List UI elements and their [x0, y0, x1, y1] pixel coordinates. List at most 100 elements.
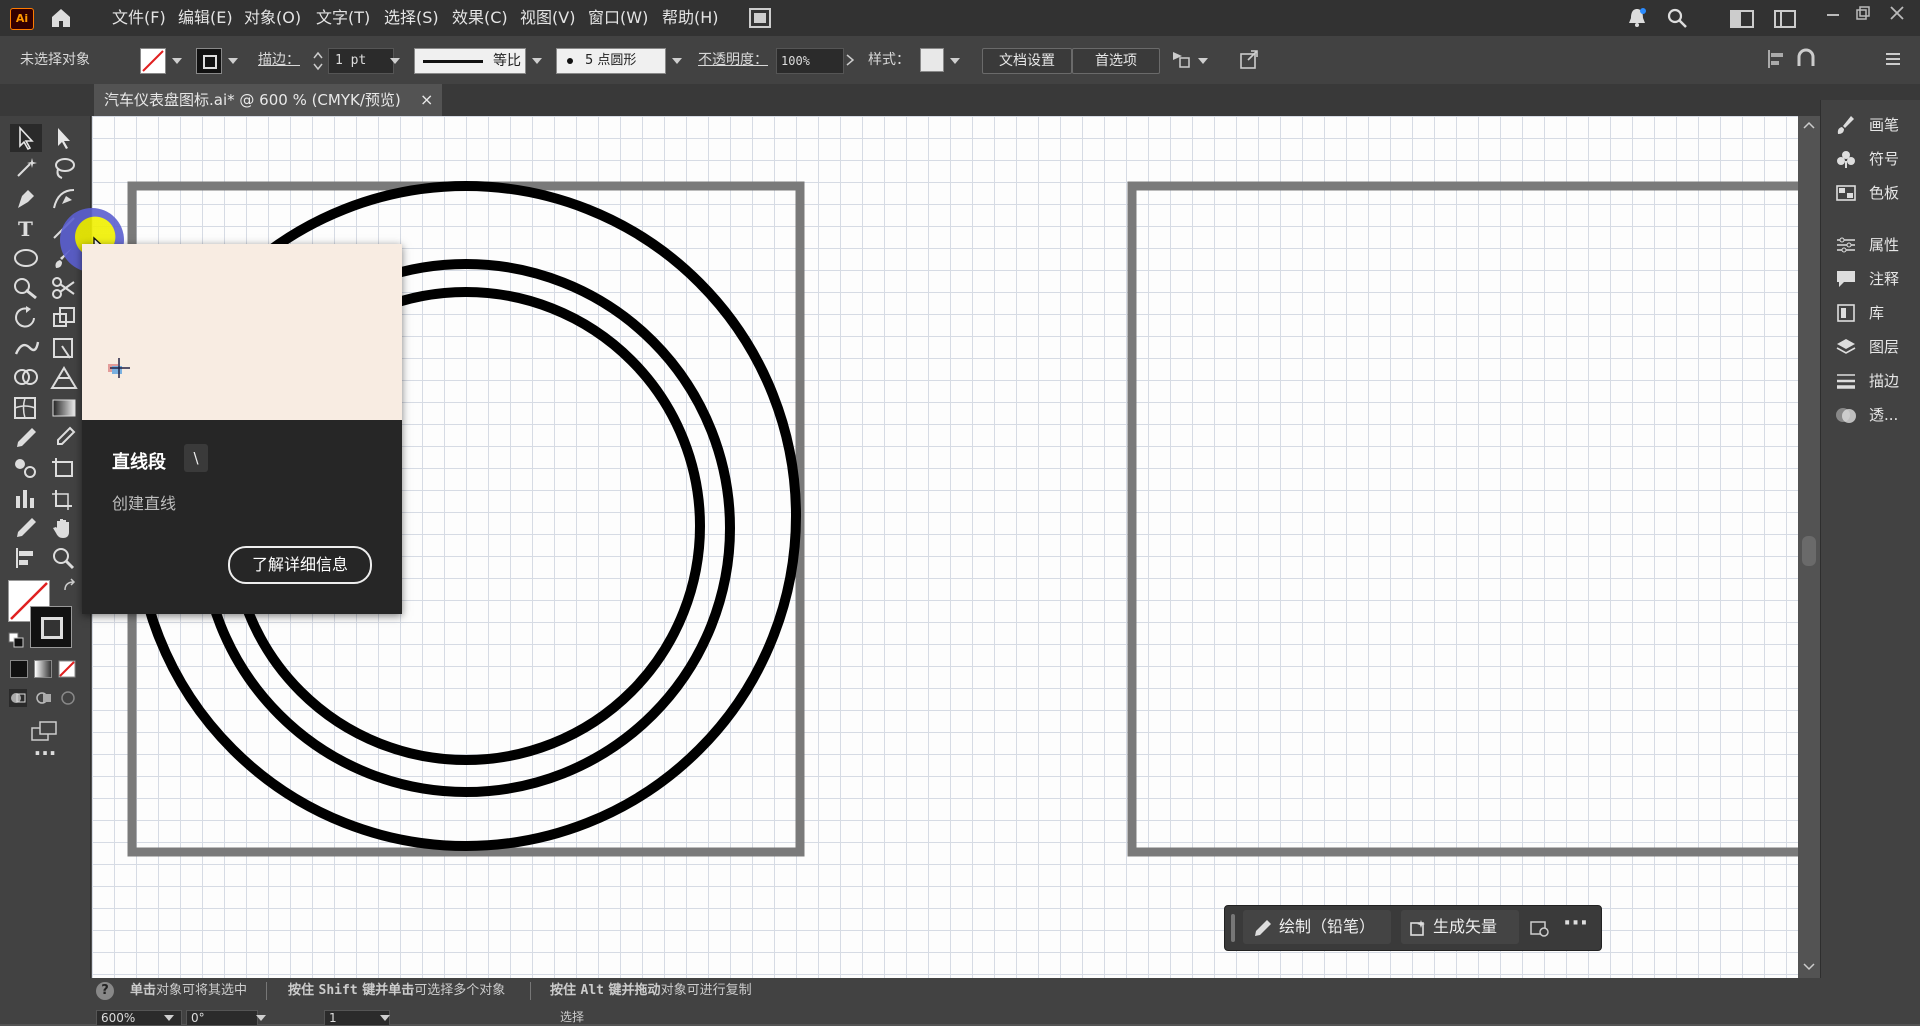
style-dropdown[interactable]	[950, 58, 960, 64]
menu-window[interactable]: 窗口(W)	[588, 0, 648, 36]
symbol-sprayer-tool-icon[interactable]	[10, 454, 42, 482]
panel-menu-icon[interactable]	[1884, 50, 1902, 68]
snap-icon[interactable]	[1796, 48, 1822, 70]
restore-icon[interactable]	[1854, 4, 1872, 22]
stroke-weight-dropdown[interactable]	[390, 58, 400, 64]
panel-layout-icon[interactable]	[1774, 10, 1796, 28]
zoom-dropdown[interactable]	[164, 1015, 174, 1021]
shaper-tool-icon[interactable]	[10, 274, 42, 302]
scroll-down-icon[interactable]	[1803, 962, 1815, 972]
gradient-mode-button[interactable]	[34, 660, 52, 678]
profile-dropdown[interactable]	[532, 58, 542, 64]
menu-object[interactable]: 对象(O)	[244, 0, 301, 36]
home-icon[interactable]	[48, 6, 74, 30]
export-icon[interactable]	[1238, 48, 1260, 70]
more-options-icon[interactable]: ···	[1563, 912, 1588, 936]
zoom-tool-icon[interactable]	[48, 544, 80, 572]
scale-tool-icon[interactable]	[48, 304, 80, 332]
panel-properties[interactable]: 属性	[1835, 228, 1920, 262]
panel-transparency[interactable]: 透...	[1835, 398, 1920, 432]
status-mode-label[interactable]: 选择	[560, 1010, 584, 1024]
slice-tool-icon[interactable]	[48, 484, 80, 512]
help-icon[interactable]: ?	[96, 982, 114, 1000]
artboard-tool-icon[interactable]	[48, 454, 80, 482]
draw-inside-icon[interactable]	[58, 688, 78, 708]
color-mode-button[interactable]	[10, 660, 28, 678]
document-setup-button[interactable]: 文档设置	[982, 48, 1072, 74]
menu-edit[interactable]: 编辑(E)	[178, 0, 233, 36]
curvature-tool-icon[interactable]	[48, 184, 80, 212]
scissors-tool-icon[interactable]	[48, 274, 80, 302]
graphic-style-swatch[interactable]	[920, 48, 944, 72]
vertical-scrollbar[interactable]	[1798, 116, 1820, 978]
menu-file[interactable]: 文件(F)	[112, 0, 166, 36]
blend-tool-icon[interactable]	[48, 424, 80, 452]
stroke-dropdown-arrow[interactable]	[228, 58, 238, 64]
default-fill-stroke-icon[interactable]	[8, 632, 24, 648]
close-tab-icon[interactable]: ×	[420, 84, 433, 116]
warp-tool-icon[interactable]	[10, 334, 42, 362]
artboard-dropdown[interactable]	[380, 1015, 390, 1021]
draw-pencil-button[interactable]: 绘制（铅笔）	[1243, 910, 1391, 944]
column-graph-tool-icon[interactable]	[10, 484, 42, 512]
angle-dropdown[interactable]	[256, 1015, 266, 1021]
panel-stroke[interactable]: 描边	[1835, 364, 1920, 398]
fill-dropdown-arrow[interactable]	[172, 58, 182, 64]
stroke-stepper-icon[interactable]	[312, 50, 324, 72]
eraser-tool-icon[interactable]	[10, 514, 42, 542]
notification-bell-icon[interactable]	[1626, 7, 1648, 29]
stroke-color-box[interactable]	[30, 606, 72, 648]
panel-brushes[interactable]: 画笔	[1835, 108, 1920, 142]
perspective-grid-tool-icon[interactable]	[48, 364, 80, 392]
document-tab[interactable]: 汽车仪表盘图标.ai* @ 600 % (CMYK/预览) ×	[94, 84, 442, 116]
align-to-tool-icon[interactable]	[10, 544, 42, 572]
opacity-arrow-icon[interactable]	[846, 54, 854, 66]
menu-help[interactable]: 帮助(H)	[662, 0, 719, 36]
mesh-tool-icon[interactable]	[10, 394, 42, 422]
panel-comments[interactable]: 注释	[1835, 262, 1920, 296]
brush-dropdown[interactable]	[672, 58, 682, 64]
workspace-switcher-icon[interactable]	[1730, 10, 1754, 28]
select-similar-icon[interactable]	[1170, 48, 1192, 70]
menu-select[interactable]: 选择(S)	[384, 0, 439, 36]
shape-builder-tool-icon[interactable]	[10, 364, 42, 392]
brush-definition[interactable]: 5 点圆形	[556, 48, 666, 74]
drag-handle[interactable]	[1231, 914, 1235, 942]
rotate-tool-icon[interactable]	[10, 304, 42, 332]
selection-tool-icon[interactable]	[10, 124, 42, 152]
swap-fill-stroke-icon[interactable]	[62, 578, 78, 594]
draw-behind-icon[interactable]	[34, 688, 54, 708]
preferences-button[interactable]: 首选项	[1072, 48, 1160, 74]
screen-mode-icon[interactable]	[30, 720, 58, 742]
pen-tool-icon[interactable]	[10, 184, 42, 212]
select-similar-dropdown[interactable]	[1198, 58, 1208, 64]
stroke-weight-input[interactable]: 1 pt	[328, 48, 394, 74]
image-settings-icon[interactable]	[1529, 918, 1551, 938]
draw-normal-icon[interactable]	[8, 688, 28, 708]
arrange-documents-icon[interactable]	[748, 7, 772, 29]
gradient-tool-icon[interactable]	[48, 394, 80, 422]
scroll-up-icon[interactable]	[1803, 120, 1815, 130]
fill-swatch[interactable]	[140, 48, 166, 74]
free-transform-tool-icon[interactable]	[48, 334, 80, 362]
magic-wand-tool-icon[interactable]	[10, 154, 42, 182]
hand-tool-icon[interactable]	[48, 514, 80, 542]
search-icon[interactable]	[1666, 7, 1688, 29]
lasso-tool-icon[interactable]	[48, 154, 80, 182]
type-tool-icon[interactable]: T	[10, 214, 42, 242]
panel-symbols[interactable]: 符号	[1835, 142, 1920, 176]
menu-type[interactable]: 文字(T)	[316, 0, 370, 36]
direct-selection-tool-icon[interactable]	[48, 124, 80, 152]
vertical-scroll-thumb[interactable]	[1802, 536, 1816, 566]
menu-view[interactable]: 视图(V)	[520, 0, 575, 36]
close-window-icon[interactable]	[1888, 4, 1906, 22]
menu-effect[interactable]: 效果(C)	[452, 0, 508, 36]
stroke-swatch[interactable]	[196, 48, 222, 74]
variable-width-profile[interactable]: 等比	[414, 48, 526, 74]
ellipse-tool-icon[interactable]	[10, 244, 42, 272]
opacity-label[interactable]: 不透明度：	[698, 36, 768, 84]
edit-toolbar-icon[interactable]: ···	[32, 743, 58, 764]
minimize-icon[interactable]	[1824, 6, 1842, 24]
panel-libraries[interactable]: 库	[1835, 296, 1920, 330]
eyedropper-tool-icon[interactable]	[10, 424, 42, 452]
